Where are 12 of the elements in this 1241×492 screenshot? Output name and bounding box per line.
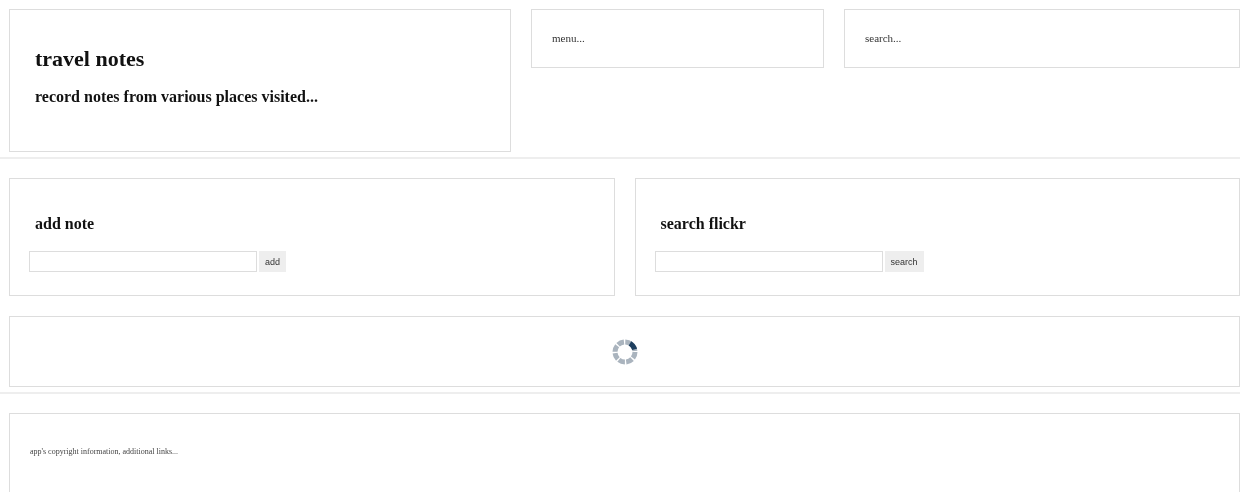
footer-text: app's copyright information, additional links... [30,447,179,456]
section-heading: add note [35,215,96,233]
note-input-field[interactable] [29,251,257,272]
loading-spinner-icon [610,337,639,366]
search-button[interactable]: search [884,251,924,272]
add-button[interactable]: add [259,251,287,272]
search-input-field[interactable] [654,251,883,272]
search-field[interactable]: search... [844,9,1240,68]
menu-field[interactable]: menu... [531,9,824,68]
section-heading: search flickr [660,215,747,233]
app-title: travel notes [35,46,146,72]
app-subtitle: record notes from various places visited... [35,88,319,106]
